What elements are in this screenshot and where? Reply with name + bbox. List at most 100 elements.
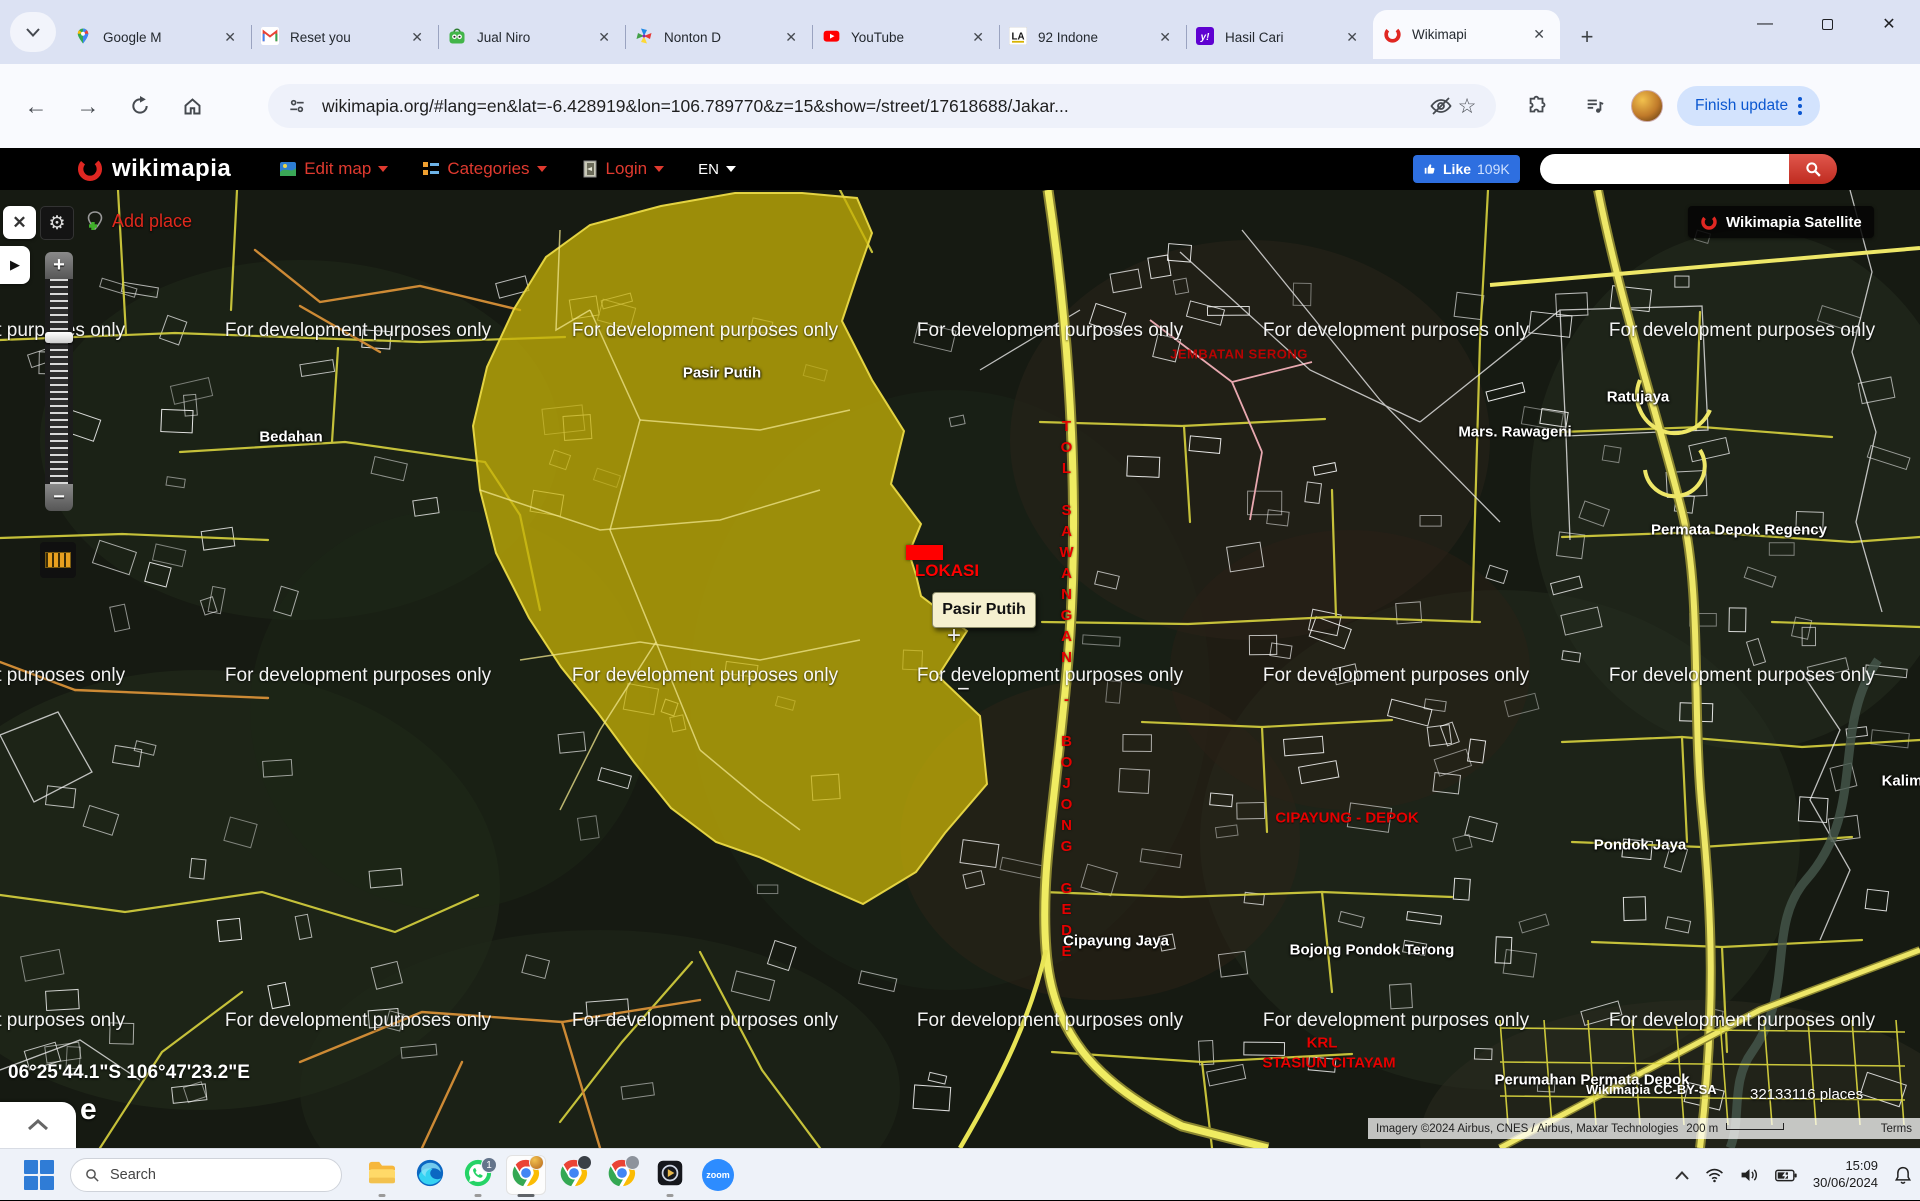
- tab-title: 92 Indone: [1038, 30, 1154, 45]
- place-label[interactable]: Pondok Jaya: [1594, 837, 1687, 854]
- tab-close-icon[interactable]: ✕: [1341, 27, 1363, 48]
- place-label[interactable]: Mars. Rawageni: [1458, 424, 1571, 441]
- taskbar-app-chrome[interactable]: [502, 1151, 550, 1199]
- minus-mark: −: [957, 676, 970, 702]
- start-button[interactable]: [22, 1159, 56, 1191]
- browser-tab[interactable]: y! Hasil Cari✕: [1186, 15, 1373, 59]
- reload-button[interactable]: [118, 84, 162, 128]
- tab-close-icon[interactable]: ✕: [219, 27, 241, 48]
- measure-tool-button[interactable]: [40, 542, 76, 578]
- map-settings-button[interactable]: ⚙: [40, 206, 74, 240]
- tab-close-icon[interactable]: ✕: [406, 27, 428, 48]
- zoom-in-button[interactable]: +: [45, 252, 73, 279]
- media-queue-icon[interactable]: [1573, 84, 1617, 128]
- place-label[interactable]: Kalim: [1882, 773, 1920, 790]
- wikimapia-search-input[interactable]: [1540, 154, 1789, 184]
- battery-icon[interactable]: [1775, 1169, 1797, 1182]
- login-menu[interactable]: Login: [581, 159, 665, 179]
- tray-time: 15:09: [1813, 1158, 1878, 1175]
- tab-close-icon[interactable]: ✕: [780, 27, 802, 48]
- location-marker[interactable]: [906, 545, 943, 560]
- taskbar-app-edge[interactable]: [406, 1151, 454, 1199]
- bottom-panel-toggle[interactable]: [0, 1102, 76, 1148]
- browser-tab[interactable]: LA 92 Indone✕: [999, 15, 1186, 59]
- place-label[interactable]: Bedahan: [259, 429, 322, 446]
- road-label: LOKASI: [915, 561, 979, 581]
- place-label[interactable]: Cipayung Jaya: [1063, 933, 1169, 950]
- new-tab-button[interactable]: +: [1572, 22, 1602, 52]
- place-label[interactable]: Permata Depok Regency: [1651, 522, 1827, 539]
- taskbar-app-file-explorer[interactable]: [358, 1151, 406, 1199]
- tray-chevron-icon[interactable]: [1675, 1171, 1689, 1180]
- taskbar-search[interactable]: Search: [70, 1158, 342, 1192]
- back-button[interactable]: ←: [14, 84, 58, 128]
- add-place-button[interactable]: Add place: [84, 210, 192, 232]
- thumbs-up-icon: [1423, 162, 1437, 176]
- home-button[interactable]: [170, 84, 214, 128]
- tab-search-button[interactable]: [10, 12, 56, 52]
- wikimapia-logo[interactable]: wikimapia: [76, 155, 231, 183]
- window-minimize-button[interactable]: —: [1734, 0, 1796, 48]
- browser-tab[interactable]: Reset you✕: [251, 15, 438, 59]
- tab-close-icon[interactable]: ✕: [967, 27, 989, 48]
- language-menu[interactable]: EN: [698, 161, 736, 178]
- place-label[interactable]: Bojong Pondok Terong: [1290, 942, 1455, 959]
- browser-tab[interactable]: Nonton D✕: [625, 15, 812, 59]
- tab-title: Hasil Cari: [1225, 30, 1341, 45]
- zoom-slider-handle[interactable]: [45, 332, 73, 343]
- map-viewport[interactable]: For development purposes onlyFor develop…: [0, 190, 1920, 1148]
- forward-button[interactable]: →: [66, 84, 110, 128]
- tab-close-icon[interactable]: ✕: [1154, 27, 1176, 48]
- taskbar-clock[interactable]: 15:09 30/06/2024: [1813, 1158, 1878, 1192]
- url-text[interactable]: wikimapia.org/#lang=en&lat=-6.428919&lon…: [322, 96, 1428, 117]
- browser-menu-icon[interactable]: [1788, 97, 1812, 115]
- facebook-like-button[interactable]: Like 109K: [1413, 155, 1520, 183]
- map-type-selector[interactable]: Wikimapia Satellite: [1688, 206, 1874, 238]
- svg-text:y!: y!: [1200, 32, 1210, 43]
- tab-close-icon[interactable]: ✕: [1528, 24, 1550, 45]
- site-info-icon[interactable]: [284, 93, 310, 119]
- tab-title: Reset you: [290, 30, 406, 45]
- panel-expand-arrow[interactable]: ▶: [0, 246, 30, 284]
- wikimapia-crescent-icon: [1700, 213, 1718, 231]
- zoom-out-button[interactable]: −: [45, 484, 73, 511]
- tab-close-icon[interactable]: ✕: [593, 27, 615, 48]
- browser-tab[interactable]: Jual Niro✕: [438, 15, 625, 59]
- gmail-icon: [261, 27, 281, 47]
- profile-avatar[interactable]: [1631, 90, 1663, 122]
- edit-map-menu[interactable]: Edit map: [279, 159, 388, 179]
- caret-down-icon: [654, 166, 664, 172]
- panel-close-button[interactable]: ✕: [3, 206, 36, 239]
- taskbar-app-zoom[interactable]: zoom: [694, 1151, 742, 1199]
- eye-hidden-icon[interactable]: [1428, 93, 1454, 119]
- browser-tab[interactable]: YouTube✕: [812, 15, 999, 59]
- categories-menu[interactable]: Categories: [422, 159, 546, 179]
- place-label[interactable]: Pasir Putih: [683, 365, 761, 382]
- tab-title: Google M: [103, 30, 219, 45]
- window-close-button[interactable]: ✕: [1858, 0, 1920, 48]
- volume-icon[interactable]: [1740, 1167, 1759, 1183]
- wikimapia-search-button[interactable]: [1789, 154, 1837, 184]
- browser-tab[interactable]: Wikimapi✕: [1373, 10, 1560, 59]
- tab-title: Nonton D: [664, 30, 780, 45]
- taskbar-app-whatsapp[interactable]: 1: [454, 1151, 502, 1199]
- zoom-slider[interactable]: [45, 279, 73, 484]
- taskbar-app-media-app[interactable]: [646, 1151, 694, 1199]
- taskbar-app-chrome[interactable]: [598, 1151, 646, 1199]
- wifi-icon[interactable]: [1705, 1168, 1724, 1183]
- finish-update-button[interactable]: Finish update: [1677, 86, 1820, 126]
- taskbar-app-chrome[interactable]: [550, 1151, 598, 1199]
- terms-link[interactable]: Terms: [1881, 1123, 1912, 1135]
- youtube-icon: [822, 27, 842, 47]
- extensions-icon[interactable]: [1515, 84, 1559, 128]
- zoom-icon: zoom: [702, 1159, 734, 1191]
- browser-tab[interactable]: Google M✕: [64, 15, 251, 59]
- toll-road-label[interactable]: TOL SAWANGAN - BOJONG GEDE: [1058, 418, 1075, 988]
- bookmark-star-icon[interactable]: ☆: [1454, 93, 1480, 119]
- place-label[interactable]: Ratujaya: [1607, 389, 1670, 406]
- browser-tab-strip: Google M✕Reset you✕Jual Niro✕Nonton D✕Yo…: [0, 0, 1920, 64]
- svg-text:LA: LA: [1012, 31, 1025, 42]
- window-maximize-button[interactable]: [1796, 0, 1858, 48]
- notification-bell-icon[interactable]: [1894, 1166, 1912, 1185]
- address-bar[interactable]: wikimapia.org/#lang=en&lat=-6.428919&lon…: [268, 84, 1496, 128]
